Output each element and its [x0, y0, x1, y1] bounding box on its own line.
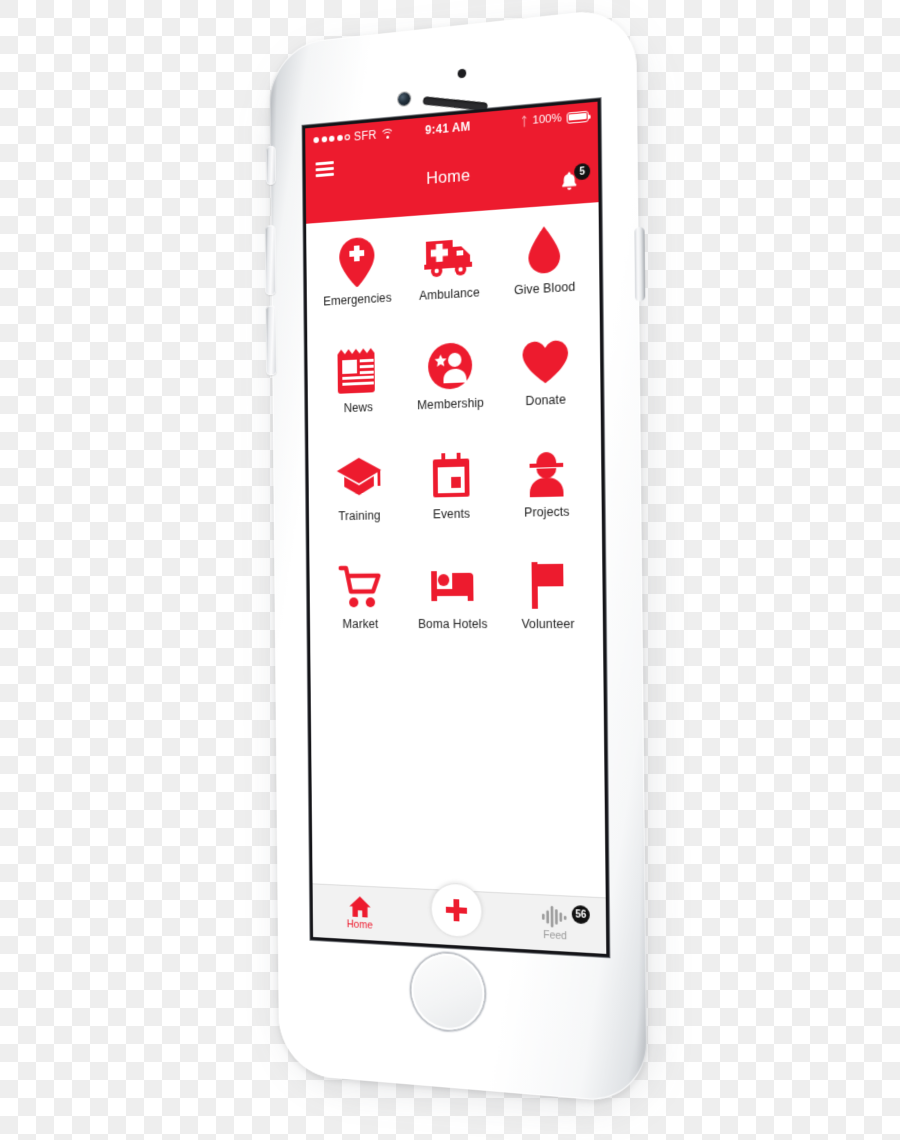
audio-waveform-icon: [541, 905, 567, 927]
graduation-cap-icon: [336, 449, 382, 507]
person-star-icon: [427, 336, 473, 396]
hamburger-menu-icon[interactable]: [315, 161, 334, 178]
ambulance-icon: [424, 225, 474, 286]
tile-label: Membership: [417, 395, 485, 413]
blood-drop-icon: [528, 219, 561, 280]
battery-icon: [566, 110, 589, 124]
tile-boma-hotels[interactable]: Boma Hotels: [405, 556, 500, 653]
house-icon: [348, 895, 371, 918]
tab-home[interactable]: Home: [313, 884, 408, 942]
phone-device: SFR 9:41 AM ᛏ 100% Home 5 Emergencies Am…: [262, 0, 656, 1136]
tab-label: Feed: [543, 928, 568, 942]
tile-label: Events: [432, 506, 471, 522]
tile-ambulance[interactable]: Ambulance: [402, 224, 497, 326]
heart-icon: [522, 331, 569, 392]
notification-badge: 5: [574, 162, 591, 181]
tile-label: Ambulance: [419, 285, 480, 303]
volume-down-button[interactable]: [265, 305, 277, 376]
tile-label: Give Blood: [513, 279, 576, 298]
calendar-icon: [432, 446, 470, 505]
bed-icon: [429, 557, 475, 615]
mute-switch[interactable]: [265, 145, 276, 186]
tile-label: Donate: [525, 392, 567, 409]
tile-label: Projects: [524, 504, 570, 520]
tile-label: Training: [338, 508, 381, 524]
tile-news[interactable]: News: [313, 339, 405, 437]
screenshot-stage: SFR 9:41 AM ᛏ 100% Home 5 Emergencies Am…: [0, 0, 900, 1140]
tile-market[interactable]: Market: [315, 558, 407, 653]
tile-label: Boma Hotels: [417, 616, 488, 632]
newspaper-icon: [336, 341, 381, 400]
tab-feed[interactable]: Feed 56: [505, 894, 607, 954]
page-title: Home: [426, 165, 471, 189]
tile-label: Market: [342, 617, 379, 631]
tile-emergencies[interactable]: Emergencies: [312, 231, 403, 331]
app-screen: SFR 9:41 AM ᛏ 100% Home 5 Emergencies Am…: [305, 101, 607, 954]
tab-label: Home: [346, 917, 373, 932]
power-button[interactable]: [634, 226, 646, 302]
tile-events[interactable]: Events: [404, 446, 499, 544]
red-cross-plus-icon: [445, 898, 468, 922]
tile-label: Emergencies: [323, 290, 392, 309]
feed-badge: 56: [571, 904, 590, 925]
tile-label: Volunteer: [521, 616, 575, 632]
home-icon-grid: Emergencies Ambulance Give Blood News Me…: [306, 202, 603, 654]
shopping-cart-icon: [338, 558, 383, 615]
map-pin-cross-icon: [339, 233, 375, 292]
tile-training[interactable]: Training: [314, 449, 406, 545]
notifications-button[interactable]: 5: [558, 162, 591, 199]
flag-icon: [529, 556, 567, 615]
tile-membership[interactable]: Membership: [403, 335, 498, 435]
tile-label: News: [343, 400, 374, 416]
tile-projects[interactable]: Projects: [498, 442, 596, 542]
tile-give-blood[interactable]: Give Blood: [496, 217, 594, 321]
tile-donate[interactable]: Donate: [497, 330, 595, 432]
screen-bezel: SFR 9:41 AM ᛏ 100% Home 5 Emergencies Am…: [302, 98, 610, 958]
volume-up-button[interactable]: [264, 225, 277, 296]
hard-hat-worker-icon: [524, 443, 568, 503]
tile-volunteer[interactable]: Volunteer: [499, 555, 597, 653]
